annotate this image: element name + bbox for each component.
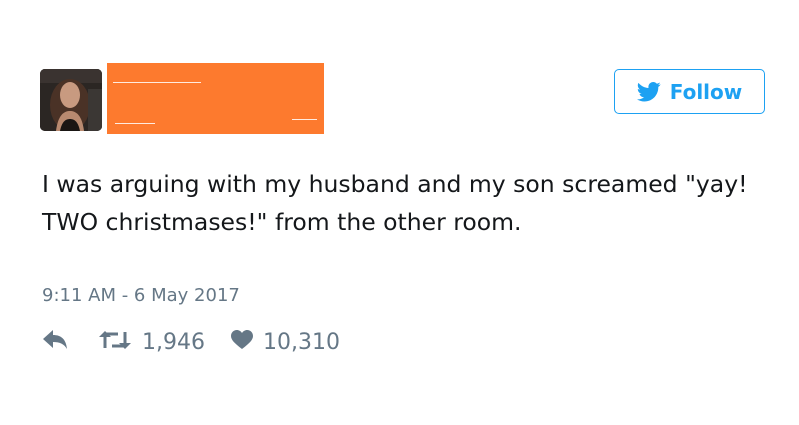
user-avatar[interactable] [40, 69, 102, 131]
tweet-text: I was arguing with my husband and my son… [42, 170, 756, 236]
redaction-streak [115, 123, 155, 124]
reply-arrow-icon [42, 329, 68, 355]
retweet-count: 1,946 [142, 329, 205, 355]
follow-button[interactable]: Follow [614, 69, 765, 114]
retweet-icon [98, 329, 132, 355]
follow-button-label: Follow [669, 79, 743, 104]
like-count: 10,310 [262, 329, 340, 355]
redaction-streak [292, 119, 317, 120]
avatar-photo [40, 69, 102, 131]
redaction-streak [113, 82, 201, 83]
twitter-bird-icon [636, 81, 661, 102]
tweet-timestamp[interactable]: 9:11 AM - 6 May 2017 [42, 285, 240, 306]
tweet-actions: 1,946 10,310 [42, 326, 340, 358]
heart-icon [230, 330, 253, 354]
name-redaction [107, 63, 324, 134]
retweet-button[interactable]: 1,946 [98, 329, 205, 355]
reply-button[interactable] [42, 329, 68, 355]
like-button[interactable]: 10,310 [230, 329, 340, 355]
